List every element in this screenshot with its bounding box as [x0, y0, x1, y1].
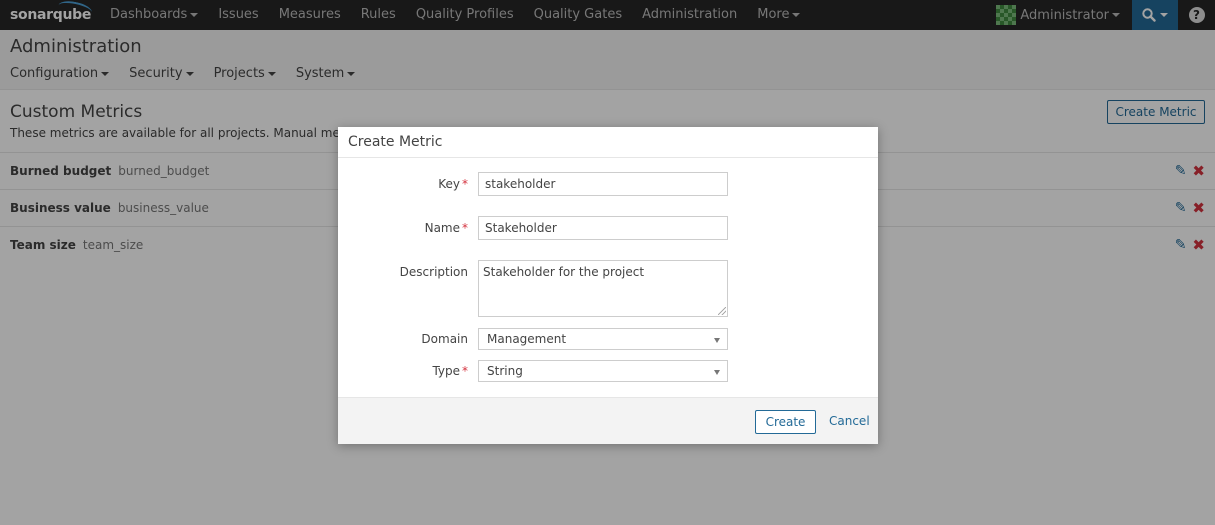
name-label: Name * [338, 221, 468, 235]
key-label: Key * [338, 177, 468, 191]
domain-label: Domain [421, 332, 468, 346]
description-text: Stakeholder for the project [483, 265, 645, 279]
type-selected-value: String [487, 364, 523, 378]
create-button[interactable]: Create [755, 410, 816, 434]
description-label: Description [399, 265, 468, 279]
type-label-text: Type [432, 364, 460, 378]
required-marker: * [462, 177, 468, 191]
dialog-body: Key * stakeholder Name * Stakeholder Descr… [338, 158, 878, 398]
chevron-down-icon [714, 338, 720, 343]
chevron-down-icon [714, 370, 720, 375]
key-field[interactable]: stakeholder [478, 172, 728, 196]
dialog-title: Create Metric [338, 127, 878, 158]
type-label: Type * [338, 364, 468, 378]
cancel-link[interactable]: Cancel [829, 414, 870, 428]
required-marker: * [462, 221, 468, 235]
dialog-footer: Create Cancel [338, 397, 878, 444]
domain-selected-value: Management [487, 332, 567, 346]
type-select[interactable]: String [478, 360, 728, 382]
required-marker: * [462, 364, 468, 378]
name-label-text: Name [424, 221, 460, 235]
resize-grip-icon[interactable] [718, 307, 726, 315]
create-metric-dialog: Create Metric Key * stakeholder Name * Sta… [338, 127, 878, 444]
name-field[interactable]: Stakeholder [478, 216, 728, 240]
description-field[interactable]: Stakeholder for the project [478, 260, 728, 317]
key-label-text: Key [438, 177, 460, 191]
domain-select[interactable]: Management [478, 328, 728, 350]
